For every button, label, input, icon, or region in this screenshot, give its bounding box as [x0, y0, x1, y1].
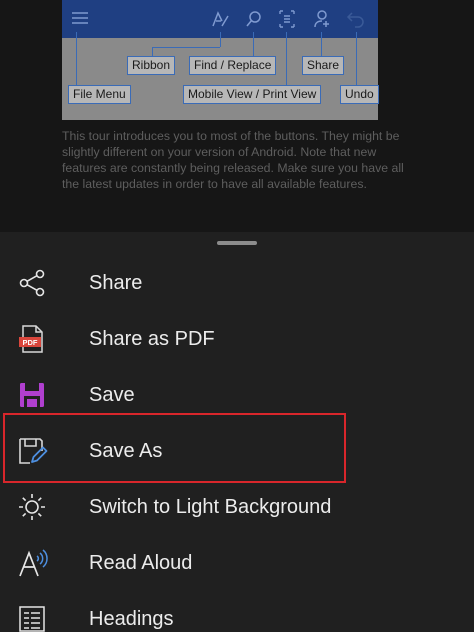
pdf-icon-text: PDF: [23, 338, 38, 347]
headings-icon: [19, 606, 45, 632]
sun-icon: [19, 494, 45, 520]
bottom-sheet-menu: Share PDF Share as PDF Save Save As Swit…: [0, 232, 474, 632]
menu-item-label: Share: [89, 272, 143, 294]
save-as-icon: [19, 438, 48, 464]
document-background: Ribbon Find / Replace Share File Menu Mo…: [0, 0, 474, 232]
leader-ribbon-up: [220, 32, 221, 47]
leader-share: [321, 32, 322, 58]
doc-heading-cutoff: ​: [62, 222, 412, 232]
share-icon: [19, 269, 45, 297]
pdf-icon: PDF: [19, 325, 43, 353]
leader-mobile-view: [286, 32, 287, 86]
tour-screenshot-image: Ribbon Find / Replace Share File Menu Mo…: [62, 0, 379, 120]
callout-mobile-print-view: Mobile View / Print View: [183, 85, 322, 104]
search-icon: [246, 11, 261, 27]
menu-item-label: Headings: [89, 608, 174, 630]
callout-undo: Undo: [340, 85, 379, 104]
menu-item-label: Save: [89, 384, 135, 406]
callout-ribbon: Ribbon: [127, 56, 176, 75]
mobile-view-icon: [279, 10, 295, 28]
menu-item-share[interactable]: Share: [0, 255, 474, 311]
callout-find-replace: Find / Replace: [189, 56, 277, 75]
tour-paragraph: This tour introduces you to most of the …: [62, 129, 404, 191]
menu-item-read-aloud[interactable]: Read Aloud: [0, 535, 474, 591]
leader-ribbon-h: [152, 47, 220, 48]
drag-handle[interactable]: [217, 241, 257, 245]
menu-item-save-as[interactable]: Save As: [0, 423, 474, 479]
save-icon: [20, 383, 44, 407]
leader-undo: [356, 32, 357, 86]
menu-item-label: Read Aloud: [89, 552, 193, 574]
callout-share: Share: [302, 56, 345, 75]
read-aloud-icon: [19, 549, 48, 577]
menu-icon: [72, 12, 88, 24]
leader-file-menu: [76, 32, 77, 86]
menu-item-label: Switch to Light Background: [89, 496, 332, 518]
undo-icon: [346, 12, 364, 28]
menu-item-save[interactable]: Save: [0, 367, 474, 423]
draw-icon: [212, 11, 229, 27]
menu-item-switch-light-background[interactable]: Switch to Light Background: [0, 479, 474, 535]
menu-item-label: Save As: [89, 440, 163, 462]
menu-item-label: Share as PDF: [89, 328, 215, 350]
menu-item-share-as-pdf[interactable]: PDF Share as PDF: [0, 311, 474, 367]
add-person-icon: [314, 10, 329, 28]
callout-file-menu: File Menu: [68, 85, 131, 104]
leader-find: [253, 32, 254, 58]
menu-item-headings[interactable]: Headings: [0, 591, 474, 632]
